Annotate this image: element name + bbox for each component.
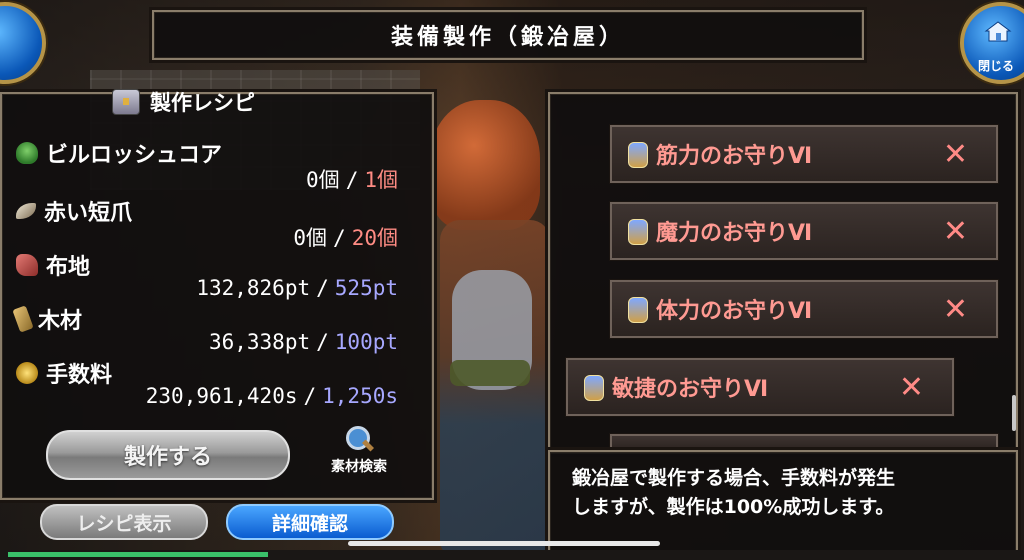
scrollbar-thumb[interactable]	[1012, 395, 1016, 431]
info-text: 鍛冶屋で製作する場合、手数料が発生 しますが、製作は100%成功します。	[572, 467, 896, 518]
charm-icon	[628, 142, 648, 168]
charm-icon	[584, 375, 604, 401]
chest-icon	[112, 89, 140, 115]
equipment-name: 魔力のお守りⅥ	[656, 221, 813, 246]
charm-icon	[628, 297, 648, 323]
unavailable-mark-icon: ✕	[898, 369, 924, 405]
material-name: ビルロッシュコア	[46, 143, 223, 168]
material-search-button[interactable]: 素材検索	[314, 426, 404, 476]
equipment-name: 敏捷のお守りⅥ	[612, 377, 769, 402]
unavailable-mark-icon: ✕	[942, 291, 968, 327]
recipe-panel: 製作レシピ ビルロッシュコア 0個/1個 赤い短爪 0個/20個 布地 132,…	[0, 89, 434, 500]
unavailable-mark-icon: ✕	[942, 213, 968, 249]
material-row: 木材 36,338pt/100pt	[12, 304, 416, 354]
leaf-icon	[16, 142, 38, 164]
equipment-item[interactable]: 筋力のお守りⅥ ✕	[610, 125, 998, 183]
material-quantity: 0個/20個	[293, 226, 398, 250]
material-row: 赤い短爪 0個/20個	[16, 196, 416, 250]
material-name: 木材	[38, 309, 83, 334]
material-quantity: 230,961,420s/1,250s	[145, 384, 398, 408]
character-hair	[430, 100, 540, 230]
equipment-list-panel[interactable]: 筋力のお守りⅥ ✕ 魔力のお守りⅥ ✕ 体力のお守りⅥ ✕ 敏捷のお守りⅥ ✕	[548, 92, 1018, 454]
unavailable-mark-icon: ✕	[942, 136, 968, 172]
material-row: 布地 132,826pt/525pt	[16, 250, 416, 300]
wood-icon	[12, 305, 34, 333]
material-name: 手数料	[46, 363, 113, 388]
home-indicator[interactable]	[348, 541, 660, 546]
recipe-view-button[interactable]: レシピ表示	[40, 504, 208, 540]
equipment-name: 体力のお守りⅥ	[656, 299, 813, 324]
equipment-name: 筋力のお守りⅥ	[656, 144, 813, 169]
material-search-label: 素材検索	[331, 459, 387, 475]
detail-confirm-button[interactable]: 詳細確認	[226, 504, 394, 540]
material-quantity: 132,826pt/525pt	[196, 276, 398, 300]
info-panel: 鍛冶屋で製作する場合、手数料が発生 しますが、製作は100%成功します。	[548, 450, 1018, 554]
material-quantity: 36,338pt/100pt	[208, 330, 398, 354]
charm-icon	[628, 219, 648, 245]
home-icon	[984, 21, 1012, 42]
title-bar: 装備製作（鍛冶屋）	[152, 10, 864, 60]
coin-icon	[16, 362, 38, 384]
equipment-item[interactable]: 魔力のお守りⅥ ✕	[610, 202, 998, 260]
recipe-header: 製作レシピ	[112, 86, 312, 118]
material-name: 布地	[46, 255, 91, 280]
material-quantity: 0個/1個	[306, 168, 398, 192]
cloth-icon	[16, 254, 38, 276]
page-title: 装備製作（鍛冶屋）	[390, 25, 625, 50]
material-name: 赤い短爪	[44, 201, 133, 226]
character-armband	[450, 360, 530, 386]
claw-icon	[16, 203, 36, 219]
equipment-item[interactable]: 体力のお守りⅥ ✕	[610, 280, 998, 338]
recipe-title: 製作レシピ	[150, 91, 255, 115]
material-row: 手数料 230,961,420s/1,250s	[16, 358, 416, 408]
close-label: 閉じる	[978, 59, 1015, 73]
equipment-item-selected[interactable]: 敏捷のお守りⅥ ✕	[566, 358, 954, 416]
magnifier-icon	[346, 426, 375, 452]
make-button[interactable]: 製作する	[46, 430, 290, 480]
material-row: ビルロッシュコア 0個/1個	[16, 138, 416, 192]
progress-bar	[8, 552, 268, 557]
